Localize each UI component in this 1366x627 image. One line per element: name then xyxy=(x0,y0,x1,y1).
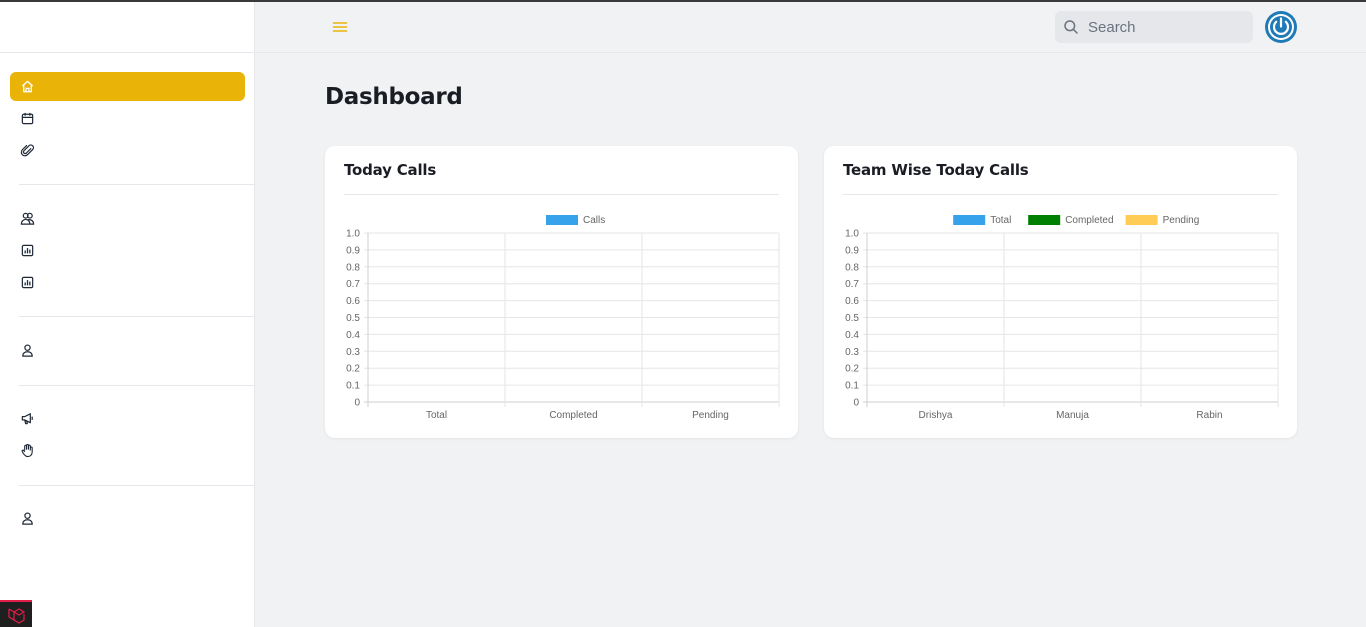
search-icon xyxy=(1064,20,1078,34)
sidebar-item-report-2[interactable] xyxy=(10,268,245,297)
team-wise-calls-chart: Total Completed Pending 0 0.1 0.2 0.3 0.4 0.5 0.6… xyxy=(845,215,1279,421)
users-icon xyxy=(20,212,35,225)
y-tick-label: 0 xyxy=(853,398,859,409)
y-tick-label: 0.7 xyxy=(346,279,360,290)
laravel-logo-icon xyxy=(8,608,26,624)
legend-swatch[interactable] xyxy=(546,215,578,225)
top-bar xyxy=(256,2,1366,53)
sidebar-divider xyxy=(19,184,255,185)
x-tick-label: Pending xyxy=(692,410,729,421)
sidebar-item-profile[interactable] xyxy=(10,504,245,533)
x-tick-label: Completed xyxy=(549,410,597,421)
sidebar-item-requests[interactable] xyxy=(10,436,245,465)
y-tick-label: 0.5 xyxy=(346,313,360,324)
team-wise-calls-card: Team Wise Today Calls Total Completed Pend… xyxy=(824,146,1297,438)
sidebar-divider xyxy=(19,485,255,486)
today-calls-card: Today Calls Calls 0 0.1 0.2 0.3 0.4 0.5 0.6 0.7 0… xyxy=(325,146,798,438)
y-tick-label: 0.2 xyxy=(346,364,360,375)
y-tick-label: 1.0 xyxy=(845,229,859,240)
y-tick-label: 0.5 xyxy=(845,313,859,324)
debug-toolbar-badge[interactable] xyxy=(0,600,32,627)
y-tick-label: 0.6 xyxy=(346,296,360,307)
y-tick-label: 0.8 xyxy=(845,262,859,273)
sidebar-item-announcements[interactable] xyxy=(10,404,245,433)
sidebar-item-calendar[interactable] xyxy=(10,104,245,133)
legend-label[interactable]: Pending xyxy=(1163,215,1200,226)
y-tick-label: 0.9 xyxy=(845,245,859,256)
y-tick-label: 0.4 xyxy=(346,330,360,341)
power-icon[interactable] xyxy=(1264,10,1298,44)
today-calls-chart: Calls 0 0.1 0.2 0.3 0.4 0.5 0.6 0.7 0.8 0.9 1.0 Tota… xyxy=(346,215,780,421)
calendar-icon xyxy=(21,112,34,125)
user-icon xyxy=(22,344,33,357)
search-input[interactable] xyxy=(1088,15,1248,39)
y-tick-label: 0.8 xyxy=(346,262,360,273)
legend-swatch[interactable] xyxy=(1028,215,1061,225)
sidebar-item-attachments[interactable] xyxy=(10,136,245,165)
home-icon xyxy=(21,80,34,93)
legend-label[interactable]: Calls xyxy=(583,215,605,226)
paperclip-icon xyxy=(20,144,35,157)
x-tick-label: Total xyxy=(426,410,447,421)
legend-swatch[interactable] xyxy=(1125,215,1158,225)
y-tick-label: 0.1 xyxy=(845,381,859,392)
y-tick-label: 0.6 xyxy=(845,296,859,307)
sidebar-divider xyxy=(19,385,255,386)
y-tick-label: 0.3 xyxy=(346,347,360,358)
search-box xyxy=(1055,11,1253,43)
bar-chart-icon xyxy=(21,276,34,289)
legend-label[interactable]: Completed xyxy=(1065,215,1113,226)
y-tick-label: 0.4 xyxy=(845,330,859,341)
hamburger-menu-icon[interactable] xyxy=(332,19,348,35)
x-tick-label: Drishya xyxy=(919,410,953,421)
x-tick-label: Manuja xyxy=(1056,410,1089,421)
sidebar-item-home[interactable] xyxy=(10,72,245,101)
page-title: Dashboard xyxy=(325,84,463,110)
legend-label[interactable]: Total xyxy=(990,215,1011,226)
y-tick-label: 0.7 xyxy=(845,279,859,290)
y-tick-label: 0.3 xyxy=(845,347,859,358)
sidebar-item-report-1[interactable] xyxy=(10,236,245,265)
y-tick-label: 0 xyxy=(354,398,360,409)
sidebar xyxy=(0,2,255,627)
y-tick-label: 1.0 xyxy=(346,229,360,240)
megaphone-icon xyxy=(21,413,33,425)
sidebar-divider xyxy=(19,316,255,317)
hand-icon xyxy=(21,443,33,458)
x-tick-label: Rabin xyxy=(1196,410,1222,421)
user-icon xyxy=(22,512,33,525)
sidebar-item-team[interactable] xyxy=(10,204,245,233)
y-tick-label: 0.2 xyxy=(845,364,859,375)
sidebar-item-user[interactable] xyxy=(10,336,245,365)
sidebar-header xyxy=(0,2,254,53)
y-tick-label: 0.9 xyxy=(346,245,360,256)
legend-swatch[interactable] xyxy=(953,215,986,225)
bar-chart-icon xyxy=(21,244,34,257)
y-tick-label: 0.1 xyxy=(346,381,360,392)
